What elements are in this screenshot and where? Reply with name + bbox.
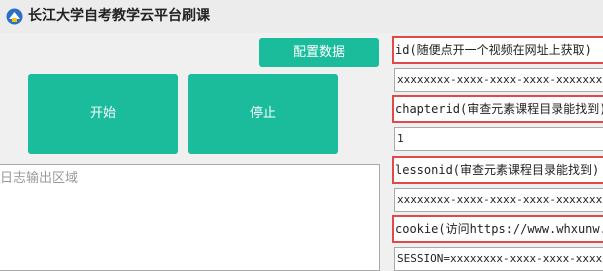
cookie-field-label: cookie(访问https://www.whxunw.com [392, 215, 603, 243]
log-placeholder: 日志输出区域 [0, 171, 79, 186]
chapterid-field-label: chapterid(审查元素课程目录能找到) [392, 95, 603, 123]
id-input[interactable]: xxxxxxxx-xxxx-xxxx-xxxx-xxxxxxxxxxxx [394, 68, 603, 92]
school-logo-icon [6, 8, 23, 25]
id-field-label: id(随便点开一个视频在网址上获取) [392, 36, 603, 64]
title-bar: 长江大学自考教学云平台刷课 [0, 0, 603, 33]
config-panel: id(随便点开一个视频在网址上获取) xxxxxxxx-xxxx-xxxx-xx… [389, 33, 603, 271]
log-output-area[interactable]: 日志输出区域 [0, 164, 380, 271]
lessonid-field-label: lessonid(审查元素课程目录能找到) [392, 156, 603, 184]
start-button[interactable]: 开始 [28, 74, 178, 154]
app-title: 长江大学自考教学云平台刷课 [28, 8, 210, 24]
lessonid-input[interactable]: xxxxxxxx-xxxx-xxxx-xxxx-xxxxxxxxxxxx [394, 188, 603, 212]
stop-button[interactable]: 停止 [188, 74, 338, 154]
cookie-input[interactable]: SESSION=xxxxxxxx-xxxx-xxxx-xxxx-xxxxxxxx… [394, 247, 603, 271]
chapterid-input[interactable]: 1 [394, 127, 603, 151]
config-data-button[interactable]: 配置数据 [259, 38, 379, 67]
